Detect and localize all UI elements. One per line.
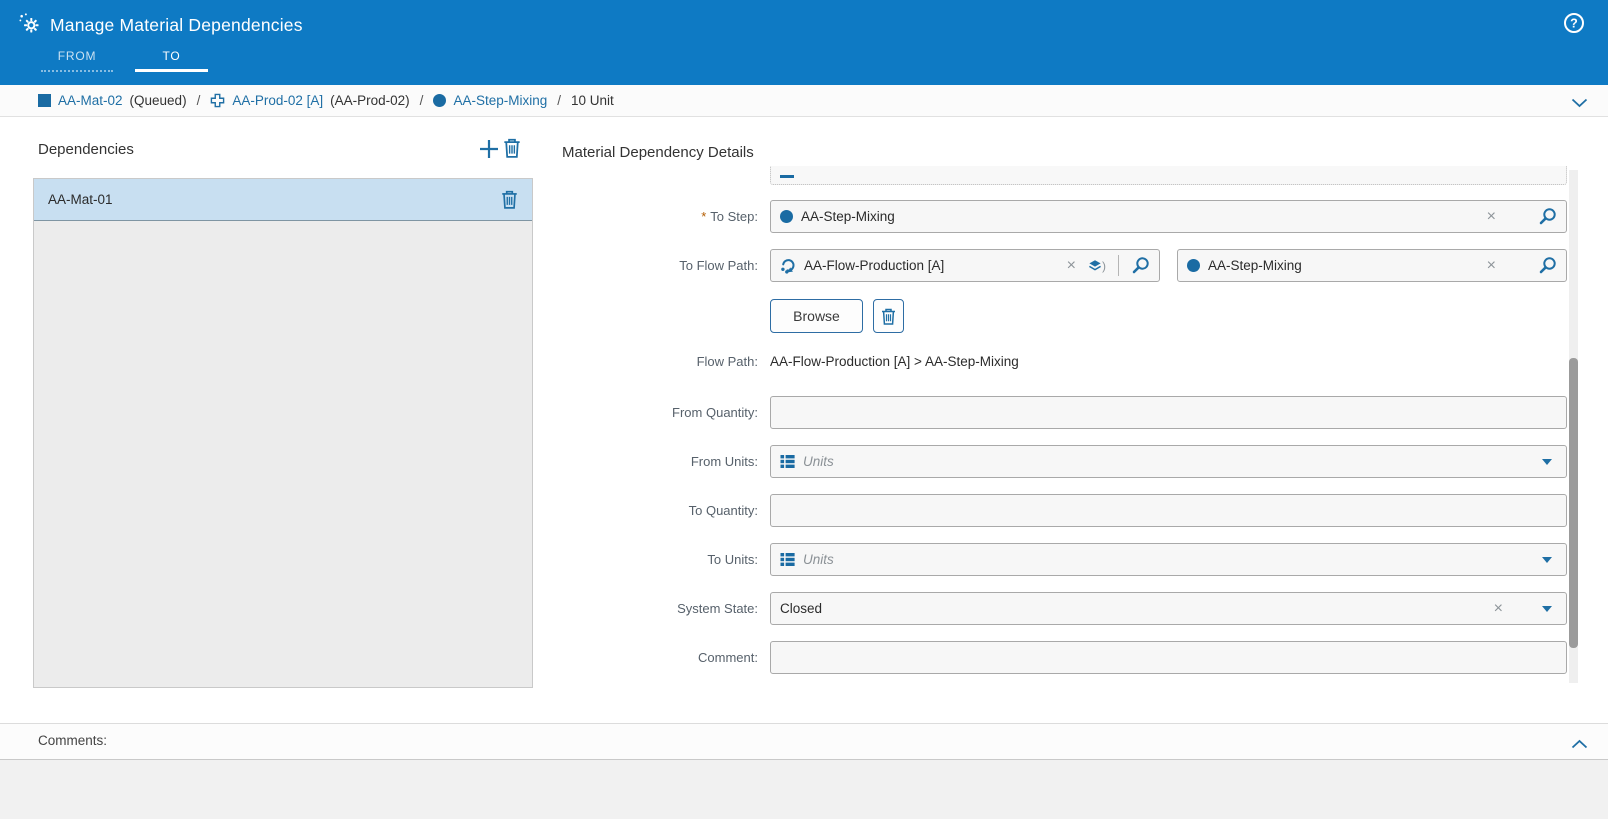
clipped-field-above — [770, 166, 1567, 185]
version-stack-icon[interactable]: ) — [1088, 259, 1106, 273]
dependency-item-label: AA-Mat-01 — [48, 192, 501, 207]
comments-label: Comments: — [38, 733, 107, 748]
clear-icon[interactable]: × — [1483, 258, 1500, 274]
comment-label: Comment: — [562, 641, 758, 674]
manage-gear-icon — [18, 12, 40, 39]
tab-to[interactable]: TO — [135, 46, 208, 72]
chevron-down-icon[interactable] — [1542, 606, 1552, 612]
from-units-placeholder: Units — [803, 454, 834, 469]
to-flow-path-label: To Flow Path: — [562, 249, 758, 282]
search-icon[interactable] — [1538, 256, 1557, 275]
from-units-dropdown[interactable]: Units — [770, 445, 1567, 478]
units-list-icon — [780, 454, 795, 469]
manage-material-dependencies-dialog: Manage Material Dependencies ? FROM TO A… — [0, 0, 1608, 819]
svg-text:?: ? — [1570, 17, 1578, 31]
from-units-label: From Units: — [562, 445, 758, 478]
comments-chevron-up-icon[interactable] — [1571, 736, 1588, 754]
step-circle-icon — [433, 94, 446, 107]
tab-from[interactable]: FROM — [41, 46, 113, 72]
breadcrumb-separator: / — [197, 93, 201, 108]
to-step-label: *To Step: — [562, 200, 758, 233]
flow-path-label: Flow Path: — [562, 352, 758, 372]
from-quantity-input[interactable] — [770, 396, 1567, 429]
header-bar: Manage Material Dependencies ? FROM TO — [0, 0, 1608, 85]
clear-icon[interactable]: × — [1483, 209, 1500, 225]
breadcrumb-collapse-chevron-down-icon[interactable] — [1571, 96, 1588, 111]
breadcrumb-separator: / — [557, 93, 561, 108]
to-quantity-label: To Quantity: — [562, 494, 758, 527]
flow-path-trash-button[interactable] — [873, 299, 904, 333]
details-panel-title: Material Dependency Details — [562, 144, 754, 161]
flow-icon — [780, 258, 796, 274]
search-icon[interactable] — [1131, 256, 1150, 275]
clear-icon[interactable]: × — [1063, 258, 1080, 274]
row-trash-icon[interactable] — [501, 190, 518, 209]
browse-button[interactable]: Browse — [770, 299, 863, 333]
tab-from-label: FROM — [58, 46, 97, 66]
clipped-field-icon — [780, 175, 794, 178]
breadcrumb-product-link[interactable]: AA-Prod-02 [A] — [232, 93, 323, 108]
search-icon[interactable] — [1538, 207, 1557, 226]
to-step-field[interactable]: AA-Step-Mixing × — [770, 200, 1567, 233]
to-units-label: To Units: — [562, 543, 758, 576]
to-units-dropdown[interactable]: Units — [770, 543, 1567, 576]
system-state-label: System State: — [562, 592, 758, 625]
breadcrumb-product-suffix: (AA-Prod-02) — [330, 93, 410, 108]
help-icon[interactable]: ? — [1563, 12, 1585, 34]
breadcrumb-separator: / — [420, 93, 424, 108]
to-step-value: AA-Step-Mixing — [801, 209, 895, 224]
system-state-dropdown[interactable]: Closed × — [770, 592, 1567, 625]
required-asterisk: * — [701, 209, 706, 224]
step-circle-icon — [780, 210, 793, 223]
to-flow-path-step-field[interactable]: AA-Step-Mixing × — [1177, 249, 1567, 282]
breadcrumb-material-status: (Queued) — [130, 93, 187, 108]
dependencies-list: AA-Mat-01 — [33, 178, 533, 688]
page-title: Manage Material Dependencies — [50, 15, 303, 36]
clear-icon[interactable]: × — [1490, 601, 1507, 617]
to-flow-path-step-value: AA-Step-Mixing — [1208, 258, 1302, 273]
comment-input[interactable] — [770, 641, 1567, 674]
details-scrollbar-thumb[interactable] — [1569, 358, 1578, 648]
add-dependency-button[interactable] — [477, 137, 501, 161]
to-units-placeholder: Units — [803, 552, 834, 567]
system-state-value: Closed — [780, 601, 822, 616]
comments-section-bar: Comments: — [0, 723, 1608, 760]
delete-dependency-button[interactable] — [503, 138, 523, 160]
chevron-down-icon[interactable] — [1542, 459, 1552, 465]
step-circle-icon — [1187, 259, 1200, 272]
to-quantity-input[interactable] — [770, 494, 1567, 527]
from-quantity-label: From Quantity: — [562, 396, 758, 429]
breadcrumb-quantity: 10 Unit — [571, 93, 614, 108]
chevron-down-icon[interactable] — [1542, 557, 1552, 563]
divider — [1118, 255, 1119, 276]
product-icon — [210, 93, 225, 108]
units-list-icon — [780, 552, 795, 567]
breadcrumb: AA-Mat-02 (Queued) / AA-Prod-02 [A] (AA-… — [0, 85, 1608, 117]
flow-path-value: AA-Flow-Production [A] > AA-Step-Mixing — [770, 352, 1019, 372]
dependency-list-item[interactable]: AA-Mat-01 — [34, 179, 532, 221]
footer-bar: Cancel Update — [0, 760, 1608, 819]
tab-to-label: TO — [162, 46, 180, 66]
breadcrumb-step-link[interactable]: AA-Step-Mixing — [453, 93, 547, 108]
to-flow-path-flow-field[interactable]: AA-Flow-Production [A] × ) — [770, 249, 1160, 282]
to-flow-path-flow-value: AA-Flow-Production [A] — [804, 258, 944, 273]
breadcrumb-material-link[interactable]: AA-Mat-02 — [58, 93, 123, 108]
dependencies-panel-title: Dependencies — [38, 141, 134, 158]
material-square-icon — [38, 94, 51, 107]
